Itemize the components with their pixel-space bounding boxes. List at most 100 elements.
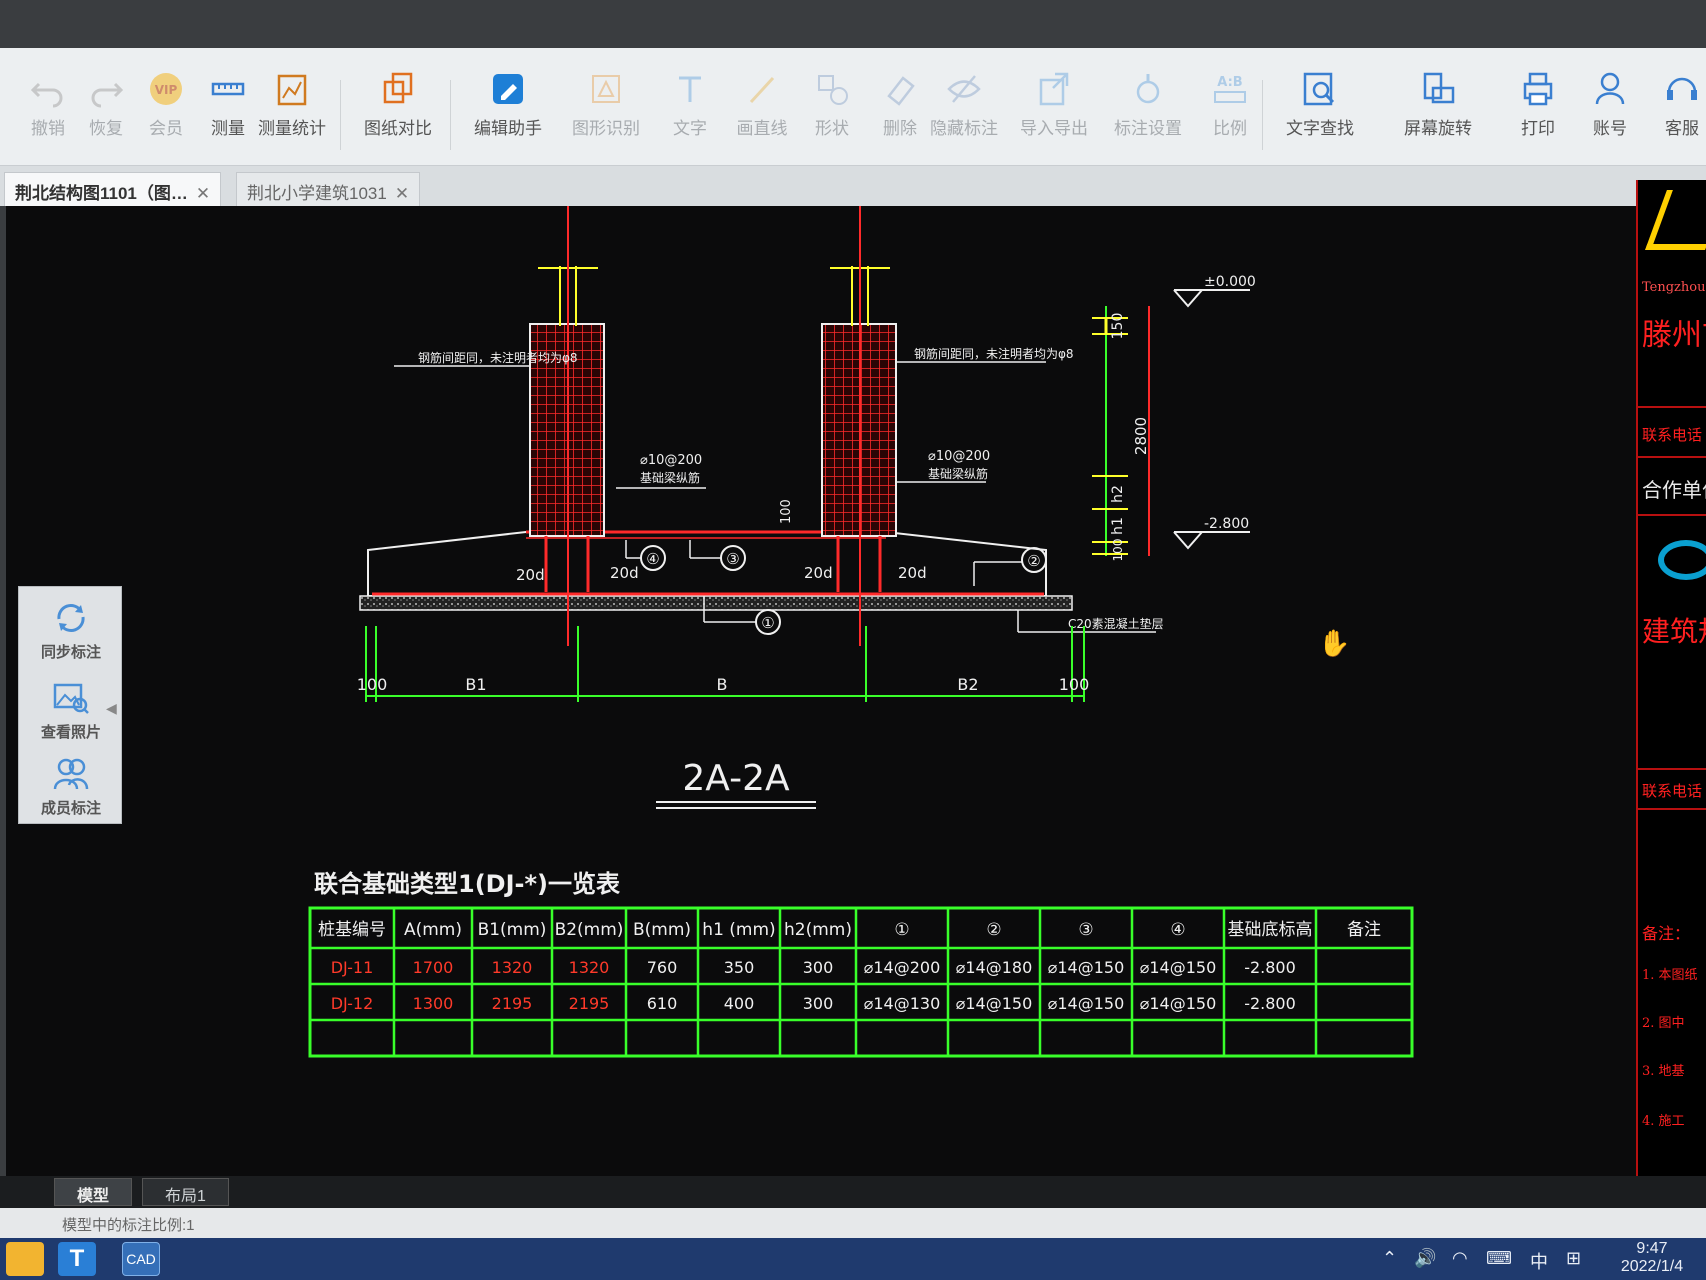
pad-note: C20素混凝土垫层 [1068, 616, 1164, 631]
toolbar-label: 客服 [1665, 119, 1699, 138]
windows-taskbar: T CAD ⌃ 🔊 ◠ ⌨ 中 ⊞ 9:47 2022/1/4 [0, 1238, 1706, 1280]
tab-structure-drawing[interactable]: 荆北结构图1101（图… ✕ [4, 172, 222, 206]
eraser-icon [887, 76, 915, 106]
cad-drawing[interactable]: 钢筋间距同，未注明者均为φ8 钢筋间距同，未注明者均为φ8 ⌀10@200 基础… [6, 206, 1636, 1176]
svg-text:④: ④ [646, 550, 659, 568]
notes-label: 备注： [1642, 924, 1691, 943]
sync-icon [57, 604, 85, 632]
svg-text:150: 150 [1110, 313, 1126, 340]
time: 9:47 [1636, 1240, 1668, 1257]
table-cell: 1300 [413, 994, 454, 1013]
callout-3: ③ [689, 540, 746, 571]
callout-2: ② [973, 547, 1047, 586]
anchor-label: 20d [804, 564, 833, 582]
toolbar-button-rotate-screen[interactable]: 屏幕旋转 [1396, 70, 1480, 160]
text-app-icon[interactable]: T [58, 1242, 96, 1276]
collapse-panel-icon[interactable]: ◀ [106, 700, 117, 717]
close-icon[interactable]: ✕ [395, 184, 409, 203]
chevron-up-icon[interactable]: ⌃ [1382, 1248, 1397, 1269]
elevation-top: ±0.000 [1173, 274, 1256, 308]
toolbar-button-text-search[interactable]: 文字查找 [1278, 70, 1362, 160]
sync-annotation-button[interactable]: 同步标注 [19, 591, 123, 669]
svg-text:B1: B1 [465, 675, 486, 694]
ime-mode-icon[interactable]: ⊞ [1566, 1248, 1581, 1269]
toolbar-button-annotation-settings[interactable]: 标注设置 [1106, 70, 1190, 160]
shape-recognize-icon [592, 75, 620, 103]
svg-text:②: ② [1027, 552, 1040, 570]
text-search-icon [1303, 72, 1335, 106]
note-line: 3. 地基 [1642, 1064, 1685, 1079]
compare-icon [383, 72, 413, 104]
keyboard-icon[interactable]: ⌨ [1486, 1248, 1512, 1269]
tab-model[interactable]: 模型 [54, 1178, 133, 1206]
table-header-cell: ① [894, 920, 909, 940]
toolbar-label: 屏幕旋转 [1404, 119, 1472, 138]
stirrup-note-left: 基础梁纵筋 [640, 470, 700, 485]
table-header-cell: ④ [1170, 920, 1185, 940]
toolbar-button-edit-assistant[interactable]: 编辑助手 [466, 70, 550, 160]
title-block: Tengzhou 滕州市 联系电话 合作单位 建筑规划 联系电话 备注： 1. … [1636, 180, 1706, 1176]
rotate-screen-icon [1423, 72, 1455, 104]
toolbar-button-shape-recognize[interactable]: 图形识别 [564, 70, 648, 160]
tab-label: 荆北结构图1101（图… [15, 184, 188, 203]
main-toolbar: 撤销 恢复 VIP 会员 测量 测量统计 图纸对比 编辑助手 图形识别 文字 画直线 形状 删除 隐藏标注… [0, 48, 1706, 166]
anchor-label: 20d [516, 566, 545, 584]
anchor-label: 20d [610, 564, 639, 582]
file-explorer-icon[interactable] [6, 1242, 44, 1276]
bottom-dimensions: 100 B1 B B2 100 [357, 626, 1089, 702]
tab-layout1[interactable]: 布局1 [142, 1178, 229, 1206]
dim-100-mid: 100 [779, 499, 794, 524]
svg-text:A:B: A:B [1217, 75, 1242, 90]
cad-canvas[interactable]: 钢筋间距同，未注明者均为φ8 钢筋间距同，未注明者均为φ8 ⌀10@200 基础… [6, 206, 1636, 1176]
ime-indicator[interactable]: 中 [1530, 1248, 1548, 1274]
svg-text:-2.800: -2.800 [1204, 516, 1249, 532]
hide-icon [947, 75, 981, 103]
design-label: 建筑规划 [1642, 615, 1706, 648]
status-bar: 模型中的标注比例:1 [0, 1208, 1706, 1238]
clock[interactable]: 9:47 2022/1/4 [1612, 1240, 1692, 1276]
column-note-right: 钢筋间距同，未注明者均为φ8 [914, 346, 1074, 361]
document-tab-bar: 荆北结构图1101（图… ✕ 荆北小学建筑1031 ✕ [0, 166, 1706, 206]
line-icon [749, 76, 775, 104]
concrete-pad [359, 595, 1073, 611]
toolbar-label: 标注设置 [1114, 119, 1182, 138]
note-line: 4. 施工 [1642, 1114, 1685, 1129]
toolbar-button-compare[interactable]: 图纸对比 [356, 70, 440, 160]
close-icon[interactable]: ✕ [196, 184, 210, 203]
redo-icon [91, 82, 124, 108]
toolbar-button-measure-stats[interactable]: 测量统计 [250, 70, 334, 160]
members-icon [53, 758, 89, 790]
table-header-cell: 备注 [1347, 920, 1381, 940]
anchor-label: 20d [898, 564, 927, 582]
table-cell: 300 [803, 958, 834, 977]
company-logo [1645, 190, 1706, 250]
toolbar-button-support[interactable]: 客服 [1640, 70, 1706, 160]
toolbar-label: 比例 [1213, 119, 1247, 138]
table-cell: 2195 [492, 994, 533, 1013]
volume-icon[interactable]: 🔊 [1414, 1248, 1436, 1269]
toolbar-button-scale[interactable]: A:B 比例 [1188, 70, 1272, 160]
cad-app-icon[interactable]: CAD [122, 1242, 160, 1276]
table-cell: ⌀14@180 [956, 958, 1033, 977]
company-name: 滕州市 [1642, 318, 1706, 353]
toolbar-button-import-export[interactable]: 导入导出 [1012, 70, 1096, 160]
contact-label: 联系电话 [1642, 426, 1703, 444]
photo-icon [53, 683, 89, 714]
wifi-icon[interactable]: ◠ [1452, 1248, 1468, 1269]
table-cell: ⌀14@150 [1140, 958, 1217, 977]
hand-cursor-icon: ✋ [1318, 628, 1350, 658]
table-header-cell: h2(mm) [784, 920, 852, 940]
contact-label-2: 联系电话 [1642, 782, 1703, 800]
note-line: 2. 图中 [1642, 1016, 1685, 1031]
toolbar-button-hide[interactable]: 隐藏标注 [922, 70, 1006, 160]
tab-architecture-drawing[interactable]: 荆北小学建筑1031 ✕ [236, 172, 421, 206]
member-annotation-button[interactable]: 成员标注 [19, 747, 123, 825]
shape-icon [818, 75, 848, 105]
table-header-cell: B(mm) [633, 920, 691, 940]
svg-text:B: B [717, 675, 728, 694]
svg-text:2800: 2800 [1132, 417, 1150, 455]
toolbar-label: 导入导出 [1020, 119, 1088, 138]
import-export-icon [1039, 72, 1069, 106]
toolbar-label: 文字查找 [1286, 119, 1354, 138]
stirrup-label-right: ⌀10@200 [928, 449, 990, 464]
